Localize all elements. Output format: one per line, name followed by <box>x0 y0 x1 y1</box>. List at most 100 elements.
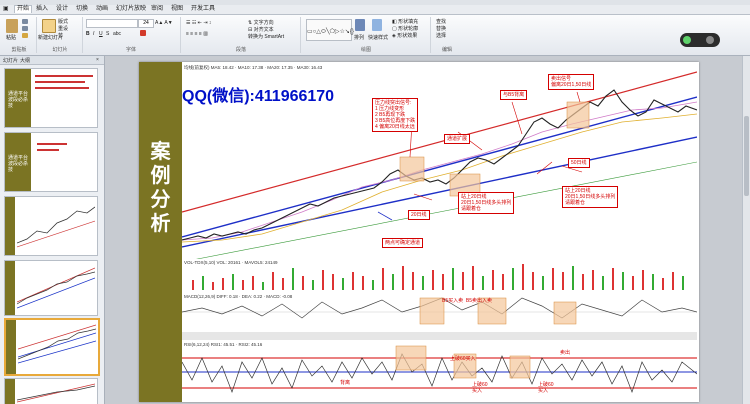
cut-icon[interactable] <box>22 19 28 24</box>
find-button[interactable]: 查找 <box>436 19 446 25</box>
annotation-above-20day: 站上20日线 20日1,50日线多头排列 请跟着仓 <box>458 192 515 214</box>
slide-thumbnail[interactable] <box>4 378 98 404</box>
floating-widget[interactable] <box>680 33 720 47</box>
annotation-break-60-buy: 上破60买入 <box>450 356 476 362</box>
annotation-break-60-buy-2: 上破60 买入 <box>538 382 554 394</box>
annotation-b5-buy-sell: B5买入卖 B5卖出入卖 <box>442 298 493 304</box>
thumb-title: 通道平台波段必杀技 <box>8 91 29 109</box>
thumb-text-line <box>37 149 59 151</box>
file-tab[interactable]: ▣ <box>3 6 9 13</box>
font-size-box[interactable]: 24 <box>138 19 154 28</box>
font-name-box[interactable] <box>86 19 138 28</box>
copy-icon[interactable] <box>22 26 28 31</box>
section-button[interactable]: 节 <box>58 33 63 39</box>
thumb-text-line <box>35 81 85 83</box>
annotation-channel-expand: 通道扩展 <box>444 134 471 144</box>
tab-developer[interactable]: 开发工具 <box>191 6 215 13</box>
thumb-band <box>5 197 15 255</box>
slide-title: 案 例 分 析 <box>139 140 182 236</box>
shape-fill-button[interactable]: ◧ 形状填充 <box>392 19 418 25</box>
grow-font-icon[interactable]: A▲ A▼ <box>155 20 173 26</box>
quick-styles-icon[interactable] <box>372 19 382 31</box>
slide-thumbnail[interactable]: 通道平台波段必杀技 <box>4 68 98 128</box>
italic-button[interactable]: I <box>93 31 94 37</box>
group-slides: 幻灯片 <box>52 47 68 53</box>
thumb-band <box>5 261 15 315</box>
thumb-chart <box>17 383 95 403</box>
tab-view[interactable]: 视图 <box>171 6 183 13</box>
slide-thumbnail-pane: 幻灯片 大纲 × 通道平台波段必杀技 通道平台波段必杀技 <box>0 56 105 404</box>
stock-chart-image[interactable]: 均线(前复权) MA5: 18.42 · MA10: 17.38 · MA20:… <box>182 62 697 402</box>
thumb-chart <box>18 324 96 364</box>
tab-outline[interactable]: 大纲 <box>20 57 30 64</box>
shapes-icon: ▭○△⬭╲⬠▷☆↘{} <box>307 29 354 35</box>
scrollbar-thumb[interactable] <box>744 116 749 196</box>
group-editing: 编辑 <box>441 47 452 53</box>
group-separator <box>180 17 181 53</box>
format-painter-icon[interactable] <box>22 33 28 38</box>
font-color-icon[interactable] <box>140 30 146 36</box>
tab-review[interactable]: 审阅 <box>151 6 163 13</box>
tab-transitions[interactable]: 切换 <box>76 6 88 13</box>
thumb-title: 通道平台波段必杀技 <box>8 155 29 173</box>
group-separator <box>300 17 301 53</box>
thumb-text-line <box>37 143 67 145</box>
paste-icon[interactable] <box>6 19 18 33</box>
layout-button[interactable]: 版式 <box>58 19 68 25</box>
tab-insert[interactable]: 插入 <box>36 6 48 13</box>
chart-graphic <box>182 62 697 402</box>
bold-button[interactable]: B <box>86 31 90 37</box>
tab-home[interactable]: 开始 <box>14 5 33 13</box>
ribbon-tabs: ▣ 开始 插入 设计 切换 动画 幻灯片放映 审阅 视图 开发工具 <box>0 5 750 15</box>
tab-animations[interactable]: 动画 <box>96 6 108 13</box>
annotation-b5-divergence: 与B5背离 <box>500 90 528 100</box>
smartart-button[interactable]: 转换为 SmartArt <box>248 34 284 40</box>
bullets-icon[interactable]: ☰ ☷ ⇤ ⇥ ↕ <box>186 20 211 26</box>
align-text-button[interactable]: ⊟ 对齐文本 <box>248 27 274 33</box>
thumb-band <box>6 320 16 374</box>
group-drawing: 绘图 <box>360 47 371 53</box>
group-separator <box>430 17 431 53</box>
title-char: 例 <box>150 165 171 187</box>
annotation-above-20day-2: 站上20日线 20日1,50日线多头排列 请跟着仓 <box>562 186 619 208</box>
slide-thumbnail[interactable] <box>4 260 98 316</box>
vertical-scrollbar[interactable] <box>742 56 750 404</box>
contact-watermark: QQ(微信):411966170 <box>182 88 335 105</box>
text-direction-button[interactable]: ⇅ 文字方向 <box>248 20 274 26</box>
thumb-text-line <box>35 75 93 77</box>
group-font: 字体 <box>125 47 136 53</box>
replace-button[interactable]: 替换 <box>436 26 446 32</box>
shape-outline-button[interactable]: ▢ 形状轮廓 <box>392 26 418 32</box>
status-dot-icon <box>683 36 691 44</box>
slide-thumbnail[interactable]: 通道平台波段必杀技 <box>4 132 98 192</box>
ribbon: 粘贴 剪贴板 新建幻灯片 版式 重设 节 幻灯片 24 A▲ A▼ B I U … <box>0 15 750 56</box>
select-button[interactable]: 选择 <box>436 33 446 39</box>
group-paragraph: 段落 <box>235 47 246 53</box>
close-pane-icon[interactable]: × <box>96 57 99 63</box>
annotation-50day: 50日线 <box>568 158 590 168</box>
arrange-icon[interactable] <box>355 19 365 31</box>
tab-slideshow[interactable]: 幻灯片放映 <box>116 6 146 13</box>
annotation-sell-signal: 卖出信号 偏离20日1,50日线 <box>548 74 595 90</box>
reset-button[interactable]: 重设 <box>58 26 68 32</box>
tab-slides[interactable]: 幻灯片 <box>3 57 18 64</box>
new-slide-icon[interactable] <box>42 19 56 33</box>
quick-styles-button[interactable]: 快速样式 <box>368 35 388 41</box>
align-icon[interactable]: ≡ ≡ ≡ ≡ ▥ <box>186 31 208 37</box>
slide-thumbnail[interactable] <box>4 196 98 256</box>
slide-thumbnail-selected[interactable] <box>4 318 100 376</box>
title-char: 案 <box>150 141 171 163</box>
tab-design[interactable]: 设计 <box>56 6 68 13</box>
volume-label: VOL-TDX(5,10) VOL: 20161 · MAVOL5: 24149 <box>184 260 278 265</box>
shape-effects-button[interactable]: ◈ 形状效果 <box>392 33 417 39</box>
strikethrough-button[interactable]: abc <box>113 31 121 37</box>
group-separator <box>36 17 37 53</box>
shapes-gallery[interactable]: ▭○△⬭╲⬠▷☆↘{} <box>306 19 354 41</box>
thumb-text-line <box>35 87 89 89</box>
shadow-button[interactable]: S <box>106 31 109 37</box>
underline-button[interactable]: U <box>99 31 103 37</box>
group-separator <box>82 17 83 53</box>
paste-button[interactable]: 粘贴 <box>6 35 16 41</box>
thumb-band <box>5 379 15 404</box>
arrange-button[interactable]: 排列 <box>354 35 364 41</box>
